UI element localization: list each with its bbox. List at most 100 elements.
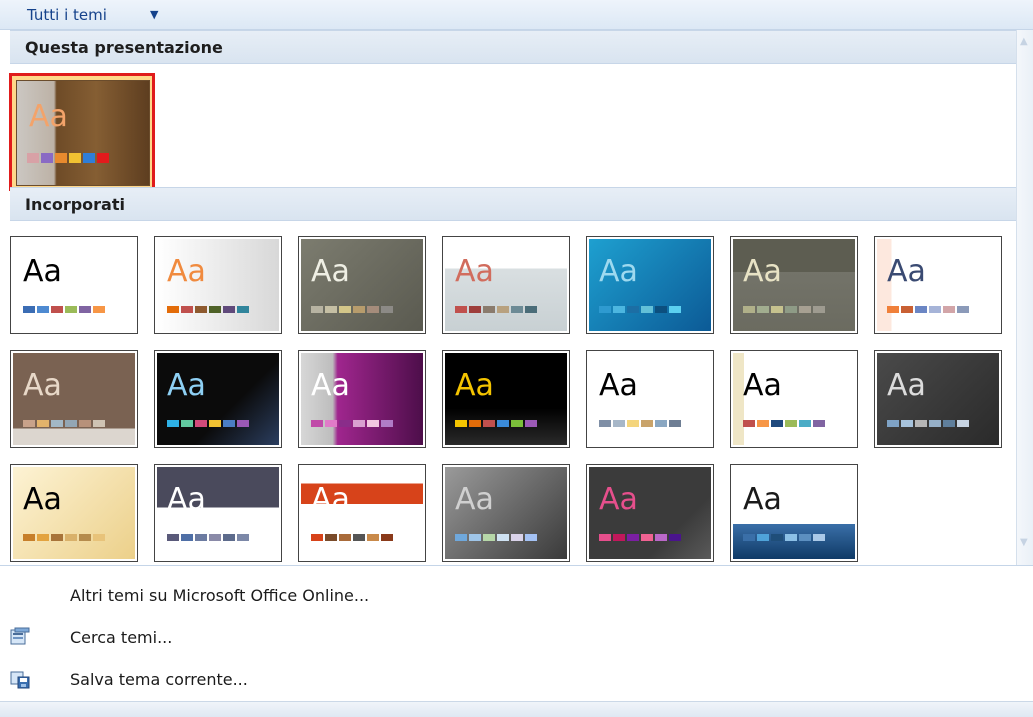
theme-thumbnail[interactable]: Aa bbox=[874, 350, 1002, 448]
menu-item-online-themes[interactable]: Altri temi su Microsoft Office Online... bbox=[0, 579, 1033, 613]
theme-thumbnail[interactable]: Aa bbox=[10, 350, 138, 448]
color-swatch bbox=[641, 534, 653, 541]
color-swatch bbox=[93, 306, 105, 313]
color-swatch bbox=[93, 420, 105, 427]
color-swatch bbox=[311, 420, 323, 427]
color-swatch bbox=[613, 420, 625, 427]
theme-thumbnail[interactable]: Aa bbox=[10, 464, 138, 562]
section-title: Questa presentazione bbox=[25, 38, 223, 57]
save-theme-icon bbox=[10, 671, 30, 689]
theme-font-sample: Aa bbox=[23, 368, 62, 403]
menu-label: Cerca temi... bbox=[70, 628, 173, 647]
theme-font-sample: Aa bbox=[311, 482, 350, 517]
theme-thumbnail[interactable]: Aa bbox=[730, 236, 858, 334]
theme-thumbnail[interactable]: Aa bbox=[730, 464, 858, 562]
theme-font-sample: Aa bbox=[455, 482, 494, 517]
color-swatch bbox=[613, 306, 625, 313]
color-swatch bbox=[339, 534, 351, 541]
theme-font-sample: Aa bbox=[599, 368, 638, 403]
color-swatch bbox=[237, 534, 249, 541]
theme-thumbnail[interactable]: Aa bbox=[154, 236, 282, 334]
color-swatch bbox=[901, 306, 913, 313]
current-theme-thumbnail[interactable]: Aa bbox=[9, 73, 155, 191]
theme-thumbnail[interactable]: Aa bbox=[298, 464, 426, 562]
theme-thumbnail[interactable]: Aa bbox=[874, 236, 1002, 334]
color-swatch bbox=[599, 534, 611, 541]
color-swatch bbox=[799, 420, 811, 427]
theme-thumbnail[interactable]: Aa bbox=[442, 464, 570, 562]
color-swatch bbox=[957, 306, 969, 313]
theme-preview: Aa bbox=[16, 80, 150, 186]
theme-thumbnail[interactable]: Aa bbox=[730, 350, 858, 448]
theme-thumbnail[interactable]: Aa bbox=[586, 350, 714, 448]
color-swatch bbox=[813, 306, 825, 313]
color-swatches bbox=[455, 306, 537, 313]
menu-item-save-theme[interactable]: Salva tema corrente... bbox=[0, 663, 1033, 697]
color-swatch bbox=[455, 534, 467, 541]
color-swatch bbox=[655, 420, 667, 427]
theme-preview: Aa bbox=[877, 239, 999, 331]
scroll-down-icon[interactable]: ▼ bbox=[1020, 537, 1028, 548]
color-swatch bbox=[339, 306, 351, 313]
color-swatch bbox=[181, 534, 193, 541]
theme-preview: Aa bbox=[301, 239, 423, 331]
theme-thumbnail[interactable]: Aa bbox=[298, 236, 426, 334]
theme-thumbnail[interactable]: Aa bbox=[442, 236, 570, 334]
theme-preview: Aa bbox=[157, 467, 279, 559]
vertical-scrollbar[interactable]: ▲ ▼ bbox=[1016, 30, 1033, 565]
color-swatches bbox=[455, 420, 537, 427]
color-swatch bbox=[599, 306, 611, 313]
color-swatches bbox=[887, 306, 969, 313]
all-themes-label: Tutti i temi bbox=[27, 6, 107, 24]
color-swatch bbox=[799, 534, 811, 541]
color-swatch bbox=[455, 306, 467, 313]
theme-grid: Aa Aa Aa Aa Aa Aa Aa Aa Aa Aa Aa Aa Aa Aa Aa Aa Aa Aa Aa Aa bbox=[10, 236, 1008, 562]
color-swatch bbox=[813, 534, 825, 541]
color-swatch bbox=[655, 306, 667, 313]
theme-thumbnail[interactable]: Aa bbox=[10, 236, 138, 334]
browse-themes-icon bbox=[10, 627, 30, 645]
color-swatches bbox=[167, 306, 249, 313]
menu-resize-bar[interactable] bbox=[0, 701, 1033, 717]
theme-font-sample: Aa bbox=[743, 368, 782, 403]
color-swatch bbox=[223, 306, 235, 313]
theme-preview: Aa bbox=[301, 467, 423, 559]
theme-preview: Aa bbox=[445, 467, 567, 559]
color-swatch bbox=[325, 306, 337, 313]
theme-thumbnail[interactable]: Aa bbox=[298, 350, 426, 448]
color-swatch bbox=[655, 534, 667, 541]
color-swatch bbox=[943, 420, 955, 427]
theme-font-sample: Aa bbox=[455, 254, 494, 289]
color-swatch bbox=[757, 534, 769, 541]
color-swatches bbox=[743, 420, 825, 427]
scroll-up-icon[interactable]: ▲ bbox=[1020, 36, 1028, 47]
color-swatch bbox=[915, 420, 927, 427]
color-swatch bbox=[483, 534, 495, 541]
color-swatch bbox=[929, 306, 941, 313]
color-swatch bbox=[497, 420, 509, 427]
theme-thumbnail[interactable]: Aa bbox=[586, 236, 714, 334]
theme-preview: Aa bbox=[13, 353, 135, 445]
color-swatch bbox=[901, 420, 913, 427]
theme-thumbnail[interactable]: Aa bbox=[154, 350, 282, 448]
color-swatch bbox=[929, 420, 941, 427]
color-swatch bbox=[743, 534, 755, 541]
color-swatch bbox=[757, 306, 769, 313]
menu-item-search-themes[interactable]: Cerca temi... bbox=[0, 621, 1033, 655]
theme-preview: Aa bbox=[157, 353, 279, 445]
color-swatch bbox=[525, 420, 537, 427]
color-swatch bbox=[669, 534, 681, 541]
theme-thumbnail[interactable]: Aa bbox=[154, 464, 282, 562]
color-swatches bbox=[23, 534, 105, 541]
all-themes-header[interactable]: Tutti i temi ▼ bbox=[0, 0, 1033, 30]
menu-label: Altri temi su Microsoft Office Online... bbox=[70, 586, 370, 605]
color-swatch bbox=[65, 306, 77, 313]
theme-thumbnail[interactable]: Aa bbox=[586, 464, 714, 562]
color-swatch bbox=[23, 420, 35, 427]
theme-font-sample: Aa bbox=[887, 368, 926, 403]
color-swatches bbox=[311, 420, 393, 427]
color-swatch bbox=[167, 420, 179, 427]
color-swatch bbox=[497, 306, 509, 313]
color-swatch bbox=[641, 420, 653, 427]
theme-thumbnail[interactable]: Aa bbox=[442, 350, 570, 448]
